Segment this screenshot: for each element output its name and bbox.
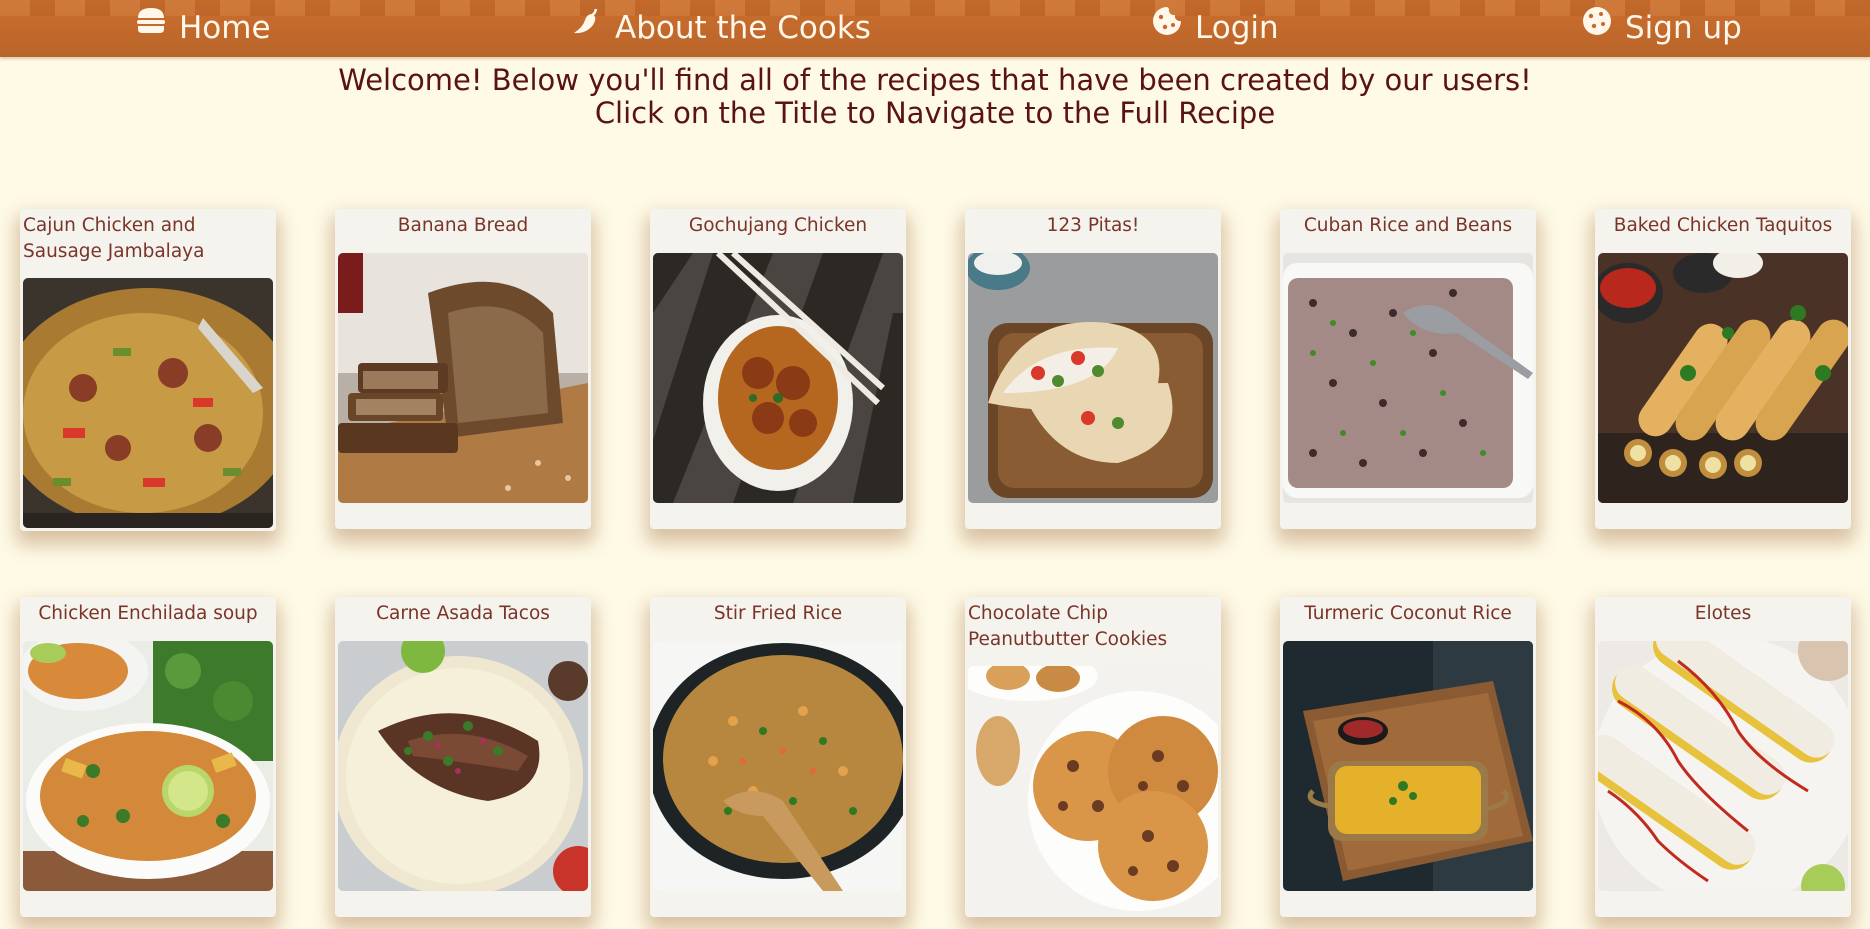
recipe-image <box>968 666 1218 916</box>
recipe-title-link[interactable]: Chicken Enchilada soup <box>20 597 276 627</box>
nav-signup-label: Sign up <box>1625 10 1742 46</box>
welcome-message: Welcome! Below you'll find all of the re… <box>0 64 1870 130</box>
nav-home-label: Home <box>179 10 271 46</box>
recipe-title-link[interactable]: Cuban Rice and Beans <box>1280 209 1536 239</box>
recipe-title-link[interactable]: Stir Fried Rice <box>650 597 906 627</box>
recipe-image <box>338 253 588 503</box>
recipe-image <box>653 253 903 503</box>
nav-login-link[interactable]: Login <box>1151 6 1279 50</box>
nav-signup-link[interactable]: Sign up <box>1581 6 1742 50</box>
recipe-image <box>23 641 273 891</box>
recipe-title-link[interactable]: Banana Bread <box>335 209 591 239</box>
cuban-rice-beans-image <box>1283 253 1533 503</box>
recipe-title-link[interactable]: Cajun Chicken and Sausage Jambalaya <box>20 209 276 265</box>
nav-home-link[interactable]: Home <box>135 6 271 50</box>
welcome-line-2: Click on the Title to Navigate to the Fu… <box>594 96 1276 130</box>
turmeric-rice-image <box>1283 641 1533 891</box>
recipe-card: Banana Bread <box>335 209 591 529</box>
gochujang-chicken-image <box>653 253 903 503</box>
cookie-icon <box>1153 7 1181 35</box>
stir-fried-rice-image <box>653 641 903 891</box>
recipe-image <box>1598 641 1848 891</box>
cookies-image <box>968 666 1218 916</box>
welcome-line-1: Welcome! Below you'll find all of the re… <box>338 63 1532 97</box>
recipe-card: 123 Pitas! <box>965 209 1221 529</box>
enchilada-soup-image <box>23 641 273 891</box>
taquitos-image <box>1598 253 1848 503</box>
recipe-card: Turmeric Coconut Rice <box>1280 597 1536 917</box>
nav-login-label: Login <box>1195 10 1279 46</box>
pita-image <box>968 253 1218 503</box>
top-navbar: Home About the Cooks Login Sign up <box>0 0 1870 57</box>
recipe-card: Gochujang Chicken <box>650 209 906 529</box>
recipe-title-link[interactable]: Carne Asada Tacos <box>335 597 591 627</box>
nav-about-cooks-link[interactable]: About the Cooks <box>571 6 871 50</box>
recipe-image <box>338 641 588 891</box>
recipe-card: Stir Fried Rice <box>650 597 906 917</box>
recipe-title-link[interactable]: Turmeric Coconut Rice <box>1280 597 1536 627</box>
recipe-title-link[interactable]: Chocolate Chip Peanutbutter Cookies <box>965 597 1221 653</box>
chili-pepper-icon <box>574 8 598 34</box>
recipe-card: Carne Asada Tacos <box>335 597 591 917</box>
recipe-card: Elotes <box>1595 597 1851 917</box>
recipe-card: Chicken Enchilada soup <box>20 597 276 917</box>
recipe-image <box>1598 253 1848 503</box>
jambalaya-image <box>23 278 273 528</box>
recipe-image <box>23 278 273 528</box>
recipe-card: Cajun Chicken and Sausage Jambalaya <box>20 209 276 531</box>
recipe-image <box>653 641 903 891</box>
banana-bread-image <box>338 253 588 503</box>
recipe-title-link[interactable]: Gochujang Chicken <box>650 209 906 239</box>
recipe-image <box>1283 641 1533 891</box>
recipe-card: Cuban Rice and Beans <box>1280 209 1536 529</box>
recipe-image <box>1283 253 1533 503</box>
recipe-image <box>968 253 1218 503</box>
elotes-image <box>1598 641 1848 891</box>
cookie-icon <box>1583 7 1611 35</box>
nav-about-label: About the Cooks <box>615 10 871 46</box>
recipe-title-link[interactable]: Elotes <box>1595 597 1851 627</box>
recipe-title-link[interactable]: Baked Chicken Taquitos <box>1595 209 1851 239</box>
carne-asada-tacos-image <box>338 641 588 891</box>
recipe-card: Chocolate Chip Peanutbutter Cookies <box>965 597 1221 917</box>
burger-icon <box>137 8 165 33</box>
recipe-card: Baked Chicken Taquitos <box>1595 209 1851 529</box>
recipe-title-link[interactable]: 123 Pitas! <box>965 209 1221 239</box>
